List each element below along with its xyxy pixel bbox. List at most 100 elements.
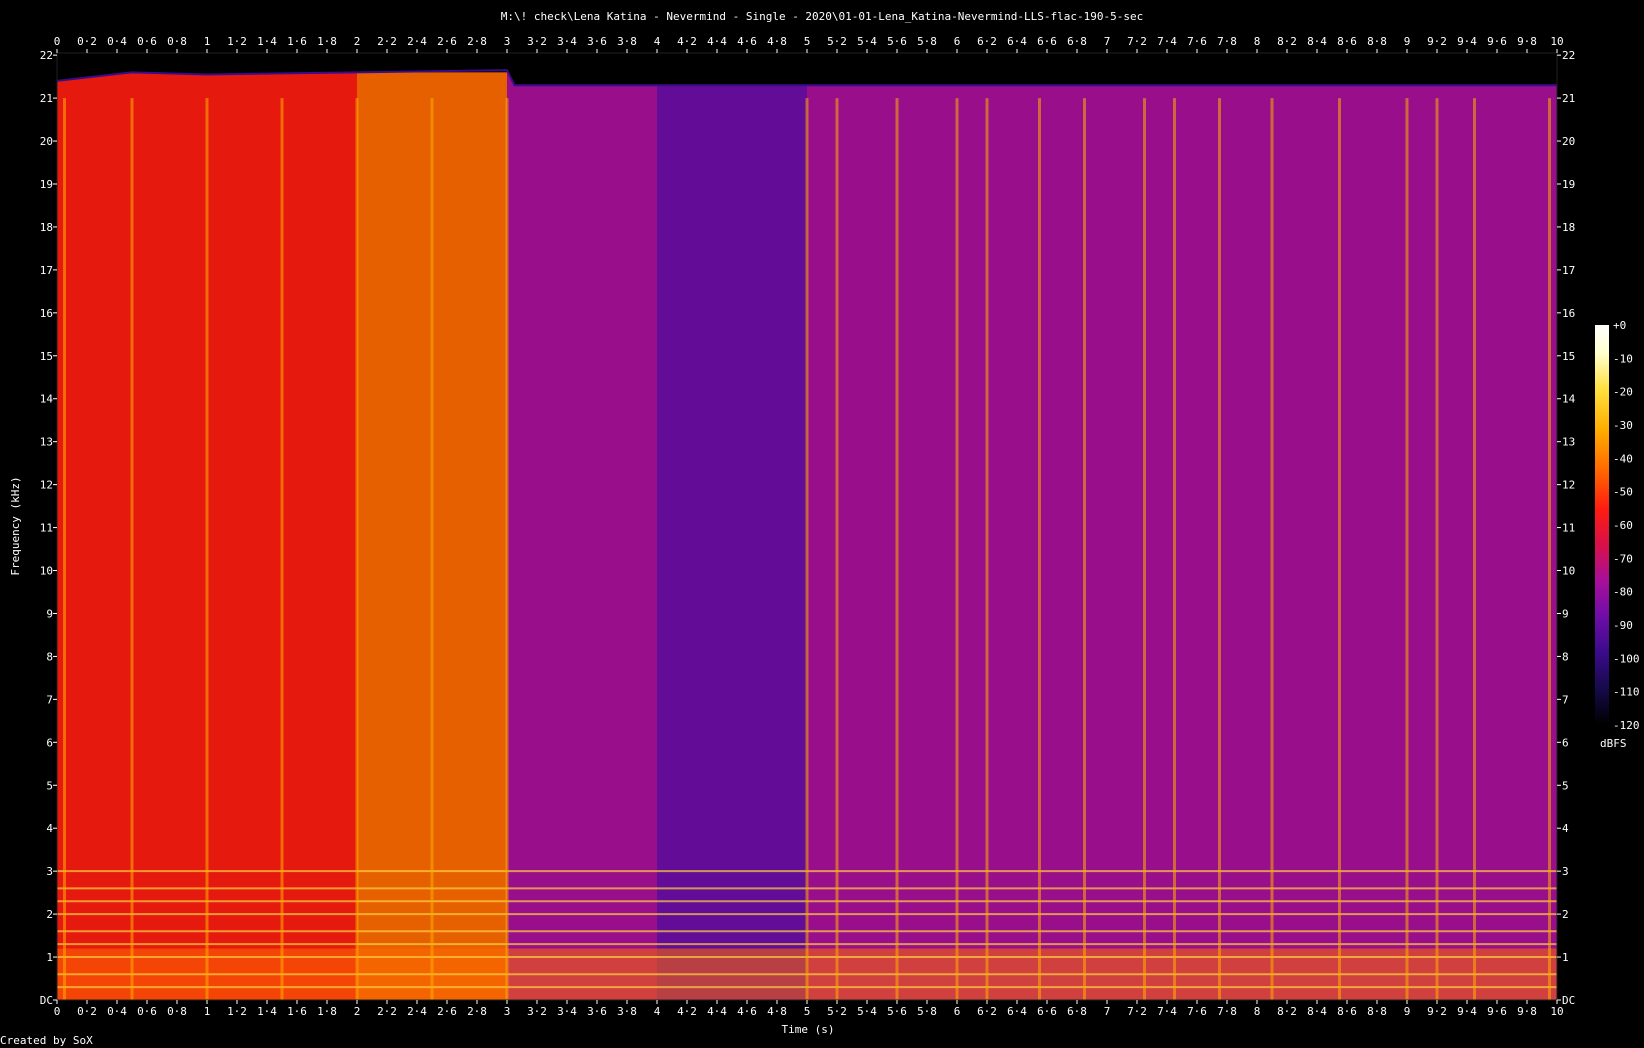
x-tick-label-bottom: 7·2	[1127, 1005, 1147, 1018]
colorbar	[1595, 325, 1609, 725]
y-tick-label-left: 12	[40, 479, 53, 492]
y-axis-left: DC12345678910111213141516171819202122	[40, 49, 57, 1007]
y-tick-label-right: 20	[1562, 135, 1575, 148]
x-tick-label-top: 2·6	[437, 35, 457, 48]
colorbar-tick-label: -60	[1613, 519, 1633, 532]
colorbar-tick-label: -120	[1613, 719, 1640, 732]
x-tick-label-bottom: 9·8	[1517, 1005, 1537, 1018]
y-tick-label-right: 3	[1562, 865, 1569, 878]
y-tick-label-right: 19	[1562, 178, 1575, 191]
x-tick-label-bottom: 2·2	[377, 1005, 397, 1018]
x-tick-label-bottom: 8·4	[1307, 1005, 1327, 1018]
x-tick-label-bottom: 1·4	[257, 1005, 277, 1018]
x-tick-label-bottom: 1·6	[287, 1005, 307, 1018]
x-tick-label-top: 0·4	[107, 35, 127, 48]
y-tick-label-right: 4	[1562, 822, 1569, 835]
y-tick-label-left: 5	[46, 779, 53, 792]
y-tick-label-right: 6	[1562, 736, 1569, 749]
colorbar-tick-label: -20	[1613, 386, 1633, 399]
spectral-region	[807, 72, 1557, 1000]
x-tick-label-bottom: 5·2	[827, 1005, 847, 1018]
y-tick-label-right: 18	[1562, 221, 1575, 234]
y-tick-label-right: 16	[1562, 307, 1575, 320]
x-tick-label-top: 9	[1404, 35, 1411, 48]
x-tick-label-top: 9·8	[1517, 35, 1537, 48]
spectral-region	[657, 72, 807, 1000]
x-tick-label-top: 5·6	[887, 35, 907, 48]
colorbar-tick-label: -50	[1613, 486, 1633, 499]
y-tick-label-left: 1	[46, 951, 53, 964]
x-tick-label-top: 3	[504, 35, 511, 48]
x-tick-label-bottom: 2	[354, 1005, 361, 1018]
x-tick-label-top: 7·4	[1157, 35, 1177, 48]
x-tick-label-top: 2·4	[407, 35, 427, 48]
x-tick-label-bottom: 3·8	[617, 1005, 637, 1018]
y-tick-label-left: 19	[40, 178, 53, 191]
x-tick-label-top: 0·8	[167, 35, 187, 48]
spectral-region	[57, 72, 132, 1000]
x-tick-label-top: 5·4	[857, 35, 877, 48]
colorbar-tick-label: -40	[1613, 452, 1633, 465]
x-tick-label-top: 6·8	[1067, 35, 1087, 48]
x-tick-label-top: 7·8	[1217, 35, 1237, 48]
x-tick-label-bottom: 6·8	[1067, 1005, 1087, 1018]
colorbar-tick-label: -10	[1613, 352, 1633, 365]
y-tick-label-left: 17	[40, 264, 53, 277]
x-tick-label-top: 6·4	[1007, 35, 1027, 48]
y-tick-label-left: DC	[40, 994, 53, 1007]
x-tick-label-bottom: 6·4	[1007, 1005, 1027, 1018]
x-tick-label-top: 8·8	[1367, 35, 1387, 48]
colorbar-tick-label: -110	[1613, 686, 1640, 699]
colorbar-tick-label: -30	[1613, 419, 1633, 432]
x-tick-label-top: 2·8	[467, 35, 487, 48]
x-tick-label-top: 4·6	[737, 35, 757, 48]
y-tick-label-right: DC	[1562, 994, 1575, 1007]
y-tick-label-right: 2	[1562, 908, 1569, 921]
y-tick-label-left: 18	[40, 221, 53, 234]
x-tick-label-bottom: 6	[954, 1005, 961, 1018]
y-axis-label: Frequency (kHz)	[9, 476, 22, 575]
x-tick-label-top: 4	[654, 35, 661, 48]
x-tick-label-bottom: 0·6	[137, 1005, 157, 1018]
y-tick-label-left: 4	[46, 822, 53, 835]
x-tick-label-top: 7	[1104, 35, 1111, 48]
x-tick-label-top: 3·6	[587, 35, 607, 48]
x-tick-label-bottom: 6·6	[1037, 1005, 1057, 1018]
y-tick-label-right: 7	[1562, 693, 1569, 706]
x-tick-label-top: 0·6	[137, 35, 157, 48]
y-tick-label-left: 15	[40, 350, 53, 363]
x-tick-label-bottom: 8·8	[1367, 1005, 1387, 1018]
y-tick-label-left: 9	[46, 607, 53, 620]
colorbar-ticks: +0 -10 -20 -30 -40 -50 -60 -70 -80 -90 -100 -110 -12…	[1613, 319, 1640, 732]
x-tick-label-bottom: 4·2	[677, 1005, 697, 1018]
x-tick-label-bottom: 5	[804, 1005, 811, 1018]
x-tick-label-top: 2·2	[377, 35, 397, 48]
y-tick-label-left: 8	[46, 650, 53, 663]
x-tick-label-top: 6·6	[1037, 35, 1057, 48]
x-tick-label-bottom: 5·4	[857, 1005, 877, 1018]
spectrogram-figure: M:\! check\Lena Katina - Nevermind - Sin…	[0, 10, 1640, 1047]
x-tick-label-top: 4·2	[677, 35, 697, 48]
x-tick-label-top: 8·6	[1337, 35, 1357, 48]
x-tick-label-top: 1·6	[287, 35, 307, 48]
x-tick-label-top: 8·4	[1307, 35, 1327, 48]
x-tick-label-bottom: 4·8	[767, 1005, 787, 1018]
x-tick-label-top: 1·2	[227, 35, 247, 48]
x-tick-label-bottom: 7	[1104, 1005, 1111, 1018]
chart-title: M:\! check\Lena Katina - Nevermind - Sin…	[501, 10, 1143, 23]
x-tick-label-bottom: 9·2	[1427, 1005, 1447, 1018]
x-tick-label-top: 5·2	[827, 35, 847, 48]
y-tick-label-left: 13	[40, 436, 53, 449]
x-tick-label-bottom: 7·4	[1157, 1005, 1177, 1018]
x-tick-label-top: 2	[354, 35, 361, 48]
x-tick-label-bottom: 8	[1254, 1005, 1261, 1018]
x-tick-label-top: 1·4	[257, 35, 277, 48]
y-tick-label-left: 6	[46, 736, 53, 749]
y-tick-label-right: 10	[1562, 565, 1575, 578]
x-tick-label-top: 5	[804, 35, 811, 48]
x-tick-label-bottom: 7·8	[1217, 1005, 1237, 1018]
y-tick-label-right: 9	[1562, 607, 1569, 620]
spectral-region	[237, 72, 357, 1000]
y-tick-label-right: 5	[1562, 779, 1569, 792]
x-tick-label-bottom: 0·4	[107, 1005, 127, 1018]
